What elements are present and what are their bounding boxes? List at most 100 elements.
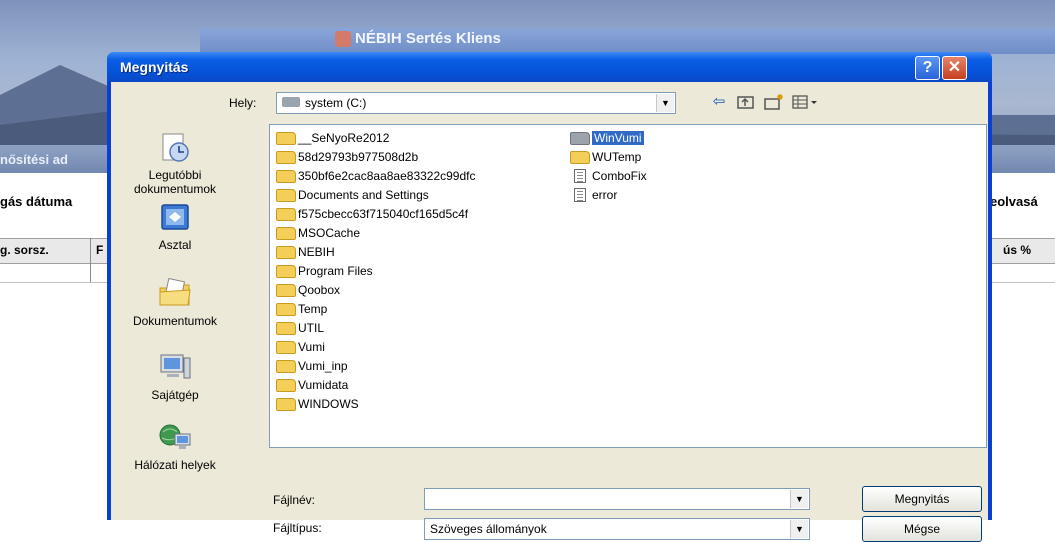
open-button[interactable]: Megnyitás (862, 486, 982, 512)
file-name: Qoobox (298, 283, 341, 297)
folder-icon (276, 302, 296, 316)
folder-icon (276, 397, 296, 411)
folder-icon (276, 359, 296, 373)
file-name-field[interactable]: ▼ (424, 488, 810, 510)
file-type-dropdown[interactable]: Szöveges állományok ▼ (424, 518, 810, 540)
file-name: UTIL (298, 321, 325, 335)
dialog-titlebar[interactable]: Megnyitás ? ✕ (107, 52, 992, 82)
file-name: Temp (298, 302, 328, 316)
list-item[interactable]: Vumi_inp (276, 357, 348, 375)
place-label: Sajátgép (151, 388, 199, 402)
recent-documents-icon (162, 133, 189, 162)
list-item[interactable]: error (570, 186, 617, 204)
background-column-label-right: eolvasá (990, 194, 1038, 209)
place-label: Hálózati helyek (134, 458, 216, 472)
file-name: Program Files (298, 264, 373, 278)
my-computer-icon (160, 354, 191, 379)
open-file-dialog: Megnyitás ? ✕ Hely: system (C:) ▼ ⇦ Legu… (107, 52, 992, 542)
chevron-down-icon[interactable]: ▼ (656, 94, 674, 112)
drive-icon (282, 97, 300, 107)
back-arrow-icon[interactable]: ⇦ (709, 92, 729, 112)
folder-icon (276, 207, 296, 221)
list-item[interactable]: UTIL (276, 319, 324, 337)
list-item[interactable]: 58d29793b977508d2b (276, 148, 418, 166)
my-documents-icon (159, 278, 191, 306)
list-item[interactable]: NEBIH (276, 243, 335, 261)
place-my-computer[interactable]: Sajátgép (125, 352, 225, 402)
folder-icon (276, 245, 296, 259)
folder-icon (276, 169, 296, 183)
list-item[interactable]: __SeNyoRe2012 (276, 129, 389, 147)
file-name: Vumi (298, 340, 325, 354)
look-in-dropdown[interactable]: system (C:) ▼ (276, 92, 676, 114)
look-in-label: Hely: (229, 96, 257, 110)
background-app-title: NÉBIH Sertés Kliens (355, 30, 501, 47)
file-name: WUTemp (592, 150, 642, 164)
list-item[interactable]: Vumi (276, 338, 325, 356)
place-network[interactable]: Hálózati helyek (125, 422, 225, 472)
file-name: 58d29793b977508d2b (298, 150, 419, 164)
folder-icon (276, 264, 296, 278)
dialog-title: Megnyitás (120, 59, 189, 75)
file-name: 350bf6e2cac8aa8ae83322c99dfc (298, 169, 476, 183)
close-button[interactable]: ✕ (942, 56, 967, 80)
list-item[interactable]: WINDOWS (276, 395, 359, 413)
place-my-documents[interactable]: Dokumentumok (125, 278, 225, 328)
desktop-icon (161, 204, 189, 230)
place-desktop[interactable]: Asztal (125, 202, 225, 252)
list-item[interactable]: Temp (276, 300, 327, 318)
folder-icon (276, 188, 296, 202)
list-item-selected[interactable]: WinVumi (570, 129, 644, 147)
list-item[interactable]: Documents and Settings (276, 186, 429, 204)
dialog-body: Hely: system (C:) ▼ ⇦ Legutóbbi dokument… (111, 82, 988, 542)
place-label: Dokumentumok (132, 314, 218, 328)
grid-header-cell: ús % (1003, 243, 1032, 257)
place-label: Legutóbbi dokumentumok (133, 168, 217, 196)
file-name: Vumidata (298, 378, 349, 392)
file-type-value: Szöveges állományok (430, 522, 547, 536)
views-menu-icon[interactable] (791, 92, 819, 112)
list-item[interactable]: Qoobox (276, 281, 340, 299)
file-name: WinVumi (592, 131, 644, 145)
list-item[interactable]: WUTemp (570, 148, 641, 166)
file-name: error (592, 188, 618, 202)
list-item[interactable]: ComboFix (570, 167, 647, 185)
folder-icon (276, 150, 296, 164)
place-label: Asztal (158, 238, 192, 252)
background-titlebar (200, 28, 1055, 54)
list-item[interactable]: 350bf6e2cac8aa8ae83322c99dfc (276, 167, 476, 185)
folder-icon (276, 340, 296, 354)
background-column-label: gás dátuma (0, 194, 73, 209)
folder-icon (276, 226, 296, 240)
help-button[interactable]: ? (915, 56, 940, 80)
file-name: NEBIH (298, 245, 335, 259)
place-recent-documents[interactable]: Legutóbbi dokumentumok (125, 132, 225, 196)
up-folder-icon[interactable] (736, 92, 756, 112)
file-list[interactable]: __SeNyoRe2012 58d29793b977508d2b 350bf6e… (269, 124, 987, 448)
folder-icon (276, 283, 296, 297)
file-name: Documents and Settings (298, 188, 429, 202)
new-folder-icon[interactable] (763, 92, 783, 112)
folder-icon (570, 150, 590, 164)
text-file-icon (574, 188, 586, 202)
folder-icon (276, 321, 296, 335)
list-item[interactable]: f575cbecc63f715040cf165d5c4f (276, 205, 468, 223)
list-item[interactable]: MSOCache (276, 224, 360, 242)
file-name: f575cbecc63f715040cf165d5c4f (298, 207, 469, 221)
chevron-down-icon[interactable]: ▼ (790, 520, 808, 538)
list-item[interactable]: Vumidata (276, 376, 348, 394)
grid-header-cell: g. sorsz. (0, 243, 49, 257)
file-name: MSOCache (298, 226, 361, 240)
grid-column-divider (90, 238, 91, 282)
folder-icon (276, 378, 296, 392)
chevron-down-icon[interactable]: ▼ (790, 490, 808, 508)
look-in-value: system (C:) (305, 96, 367, 110)
folder-icon (570, 131, 590, 145)
file-name: Vumi_inp (298, 359, 348, 373)
file-name-label: Fájlnév: (273, 493, 316, 507)
file-name: ComboFix (592, 169, 647, 183)
network-places-icon (159, 424, 191, 449)
list-item[interactable]: Program Files (276, 262, 373, 280)
folder-icon (276, 131, 296, 145)
grid-header-cell: F (96, 243, 104, 257)
